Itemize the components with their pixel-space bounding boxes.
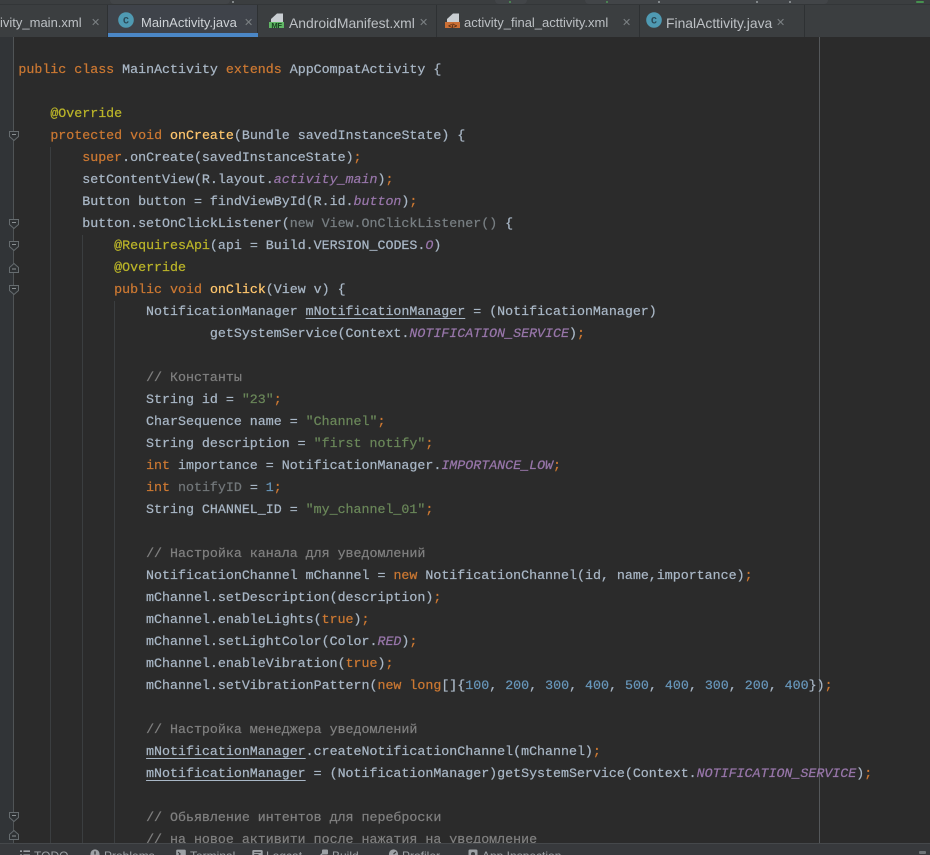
svg-text:C: C — [123, 17, 129, 28]
svg-text:</>: </> — [448, 23, 457, 28]
svg-text:C: C — [651, 17, 657, 28]
svg-text:MF: MF — [271, 21, 282, 28]
